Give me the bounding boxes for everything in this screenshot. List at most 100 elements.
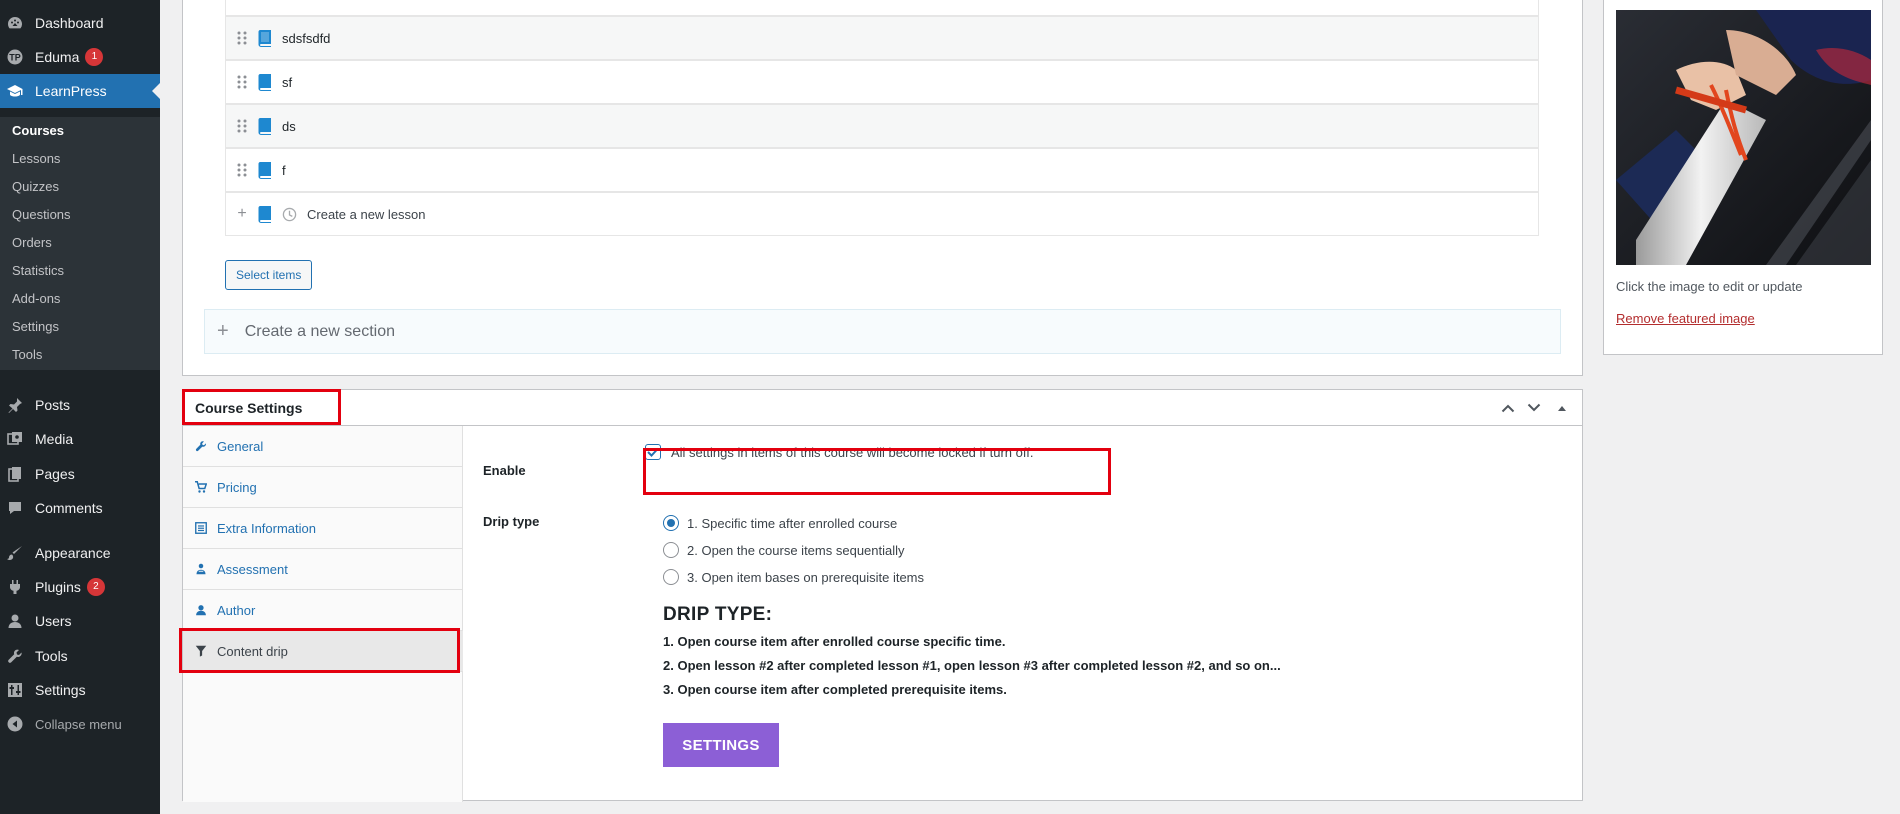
enable-description: All settings in items of this course wil… (671, 444, 1034, 460)
menu-label: Users (35, 613, 72, 629)
drip-option-label: 1. Specific time after enrolled course (687, 515, 898, 531)
drip-radio[interactable] (663, 569, 679, 585)
svg-text:TP: TP (9, 53, 21, 63)
menu-appearance[interactable]: Appearance (0, 536, 160, 570)
cart-icon (195, 481, 207, 493)
settings-tabs: General Pricing Extra Information Assess… (183, 426, 463, 802)
submenu-questions[interactable]: Questions (12, 207, 71, 222)
tab-pricing[interactable]: Pricing (183, 467, 463, 508)
course-settings-header[interactable]: Course Settings (183, 390, 1582, 426)
new-lesson-input[interactable]: Create a new lesson (307, 207, 426, 222)
new-section-placeholder: Create a new section (244, 322, 395, 340)
lesson-row[interactable]: sf (225, 60, 1539, 104)
remove-featured-image-link[interactable]: Remove featured image (1616, 311, 1755, 326)
lesson-book-icon (258, 161, 272, 179)
drag-handle-icon[interactable] (236, 30, 248, 46)
wrench-icon (195, 440, 207, 452)
menu-eduma[interactable]: TP Eduma 1 (0, 40, 160, 74)
course-settings-panel: Course Settings General Pricing Extra In… (182, 389, 1583, 802)
move-down-icon[interactable] (1524, 398, 1544, 418)
menu-comments[interactable]: Comments (0, 491, 160, 525)
drip-settings-button[interactable]: SETTINGS (663, 723, 779, 767)
collapse-menu-button[interactable]: Collapse menu (0, 707, 160, 741)
lesson-book-icon (258, 117, 272, 135)
tab-label: Extra Information (217, 520, 316, 536)
drip-radio[interactable] (663, 515, 679, 531)
update-count-badge: 2 (86, 578, 105, 596)
new-section-input[interactable]: + Create a new section (204, 309, 1561, 354)
tab-author[interactable]: Author (183, 590, 463, 631)
pin-icon (7, 397, 23, 413)
lesson-row[interactable]: sdsfsdfd (225, 16, 1539, 60)
menu-label: Eduma (35, 49, 80, 65)
drip-option[interactable]: 2. Open the course items sequentially (663, 542, 905, 558)
admin-sidebar: Dashboard TP Eduma 1 LearnPress Courses … (0, 0, 160, 814)
submenu-statistics[interactable]: Statistics (12, 263, 64, 278)
tab-assessment[interactable]: Assessment (183, 549, 463, 590)
tab-content-drip[interactable]: Content drip (183, 631, 463, 672)
menu-label: Pages (35, 466, 75, 482)
drip-description: 3. Open course item after completed prer… (663, 682, 1007, 697)
enable-checkbox[interactable] (645, 444, 661, 460)
lesson-book-icon (258, 73, 272, 91)
drag-handle-icon[interactable] (236, 162, 248, 178)
new-lesson-row[interactable]: + Create a new lesson (225, 192, 1539, 236)
comments-icon (7, 500, 23, 516)
tab-general[interactable]: General (183, 426, 463, 467)
menu-label: Comments (35, 500, 103, 516)
author-icon (195, 604, 207, 616)
menu-pages[interactable]: Pages (0, 457, 160, 491)
menu-tools[interactable]: Tools (0, 639, 160, 673)
menu-label: LearnPress (35, 83, 107, 99)
tab-label: Pricing (217, 479, 257, 495)
lesson-title[interactable]: sf (282, 75, 292, 90)
menu-plugins[interactable]: Plugins 2 (0, 570, 160, 604)
submenu-quizzes[interactable]: Quizzes (12, 179, 59, 194)
drag-handle-icon[interactable] (236, 118, 248, 134)
wrench-icon (7, 648, 23, 664)
drip-description: 1. Open course item after enrolled cours… (663, 634, 1006, 649)
tab-label: Author (217, 602, 256, 618)
submenu-settings[interactable]: Settings (12, 319, 59, 334)
settings-icon (7, 682, 23, 698)
move-up-icon[interactable] (1498, 398, 1518, 418)
collapse-menu-label: Collapse menu (35, 716, 122, 732)
update-count-badge: 1 (85, 48, 104, 66)
menu-settings[interactable]: Settings (0, 673, 160, 707)
menu-media[interactable]: Media (0, 422, 160, 456)
clock-icon[interactable] (282, 207, 297, 222)
menu-dashboard[interactable]: Dashboard (0, 6, 160, 40)
submenu-orders[interactable]: Orders (12, 235, 52, 250)
drip-radio[interactable] (663, 542, 679, 558)
menu-learnpress[interactable]: LearnPress (0, 74, 160, 108)
menu-label: Appearance (35, 545, 111, 561)
lesson-row[interactable]: ds (225, 104, 1539, 148)
pages-icon (7, 466, 23, 482)
menu-posts[interactable]: Posts (0, 388, 160, 422)
featured-image[interactable] (1616, 10, 1871, 265)
tab-extra-information[interactable]: Extra Information (183, 508, 463, 549)
lesson-row-partial (225, 0, 1539, 16)
select-items-button[interactable]: Select items (225, 260, 313, 290)
dashboard-icon (7, 15, 23, 31)
menu-users[interactable]: Users (0, 604, 160, 638)
submenu-lessons[interactable]: Lessons (12, 151, 60, 166)
toggle-panel-icon[interactable] (1552, 398, 1572, 418)
drip-option-label: 3. Open item bases on prerequisite items (687, 569, 925, 585)
drip-option-label: 2. Open the course items sequentially (687, 542, 905, 558)
enable-field: All settings in items of this course wil… (645, 444, 1033, 460)
drip-option[interactable]: 1. Specific time after enrolled course (663, 515, 897, 531)
lesson-title[interactable]: ds (282, 119, 296, 134)
submenu-tools[interactable]: Tools (12, 347, 42, 362)
submenu-courses[interactable]: Courses (12, 123, 64, 138)
submenu-add-ons[interactable]: Add-ons (12, 291, 60, 306)
lesson-title[interactable]: sdsfsdfd (282, 31, 330, 46)
lesson-row[interactable]: f (225, 148, 1539, 192)
learnpress-submenu: Courses Lessons Quizzes Questions Orders… (0, 117, 160, 370)
lesson-title[interactable]: f (282, 163, 286, 178)
plugin-icon (7, 579, 23, 595)
user-icon (7, 613, 23, 629)
drag-handle-icon[interactable] (236, 74, 248, 90)
lesson-book-icon[interactable] (258, 205, 272, 223)
drip-option[interactable]: 3. Open item bases on prerequisite items (663, 569, 924, 585)
